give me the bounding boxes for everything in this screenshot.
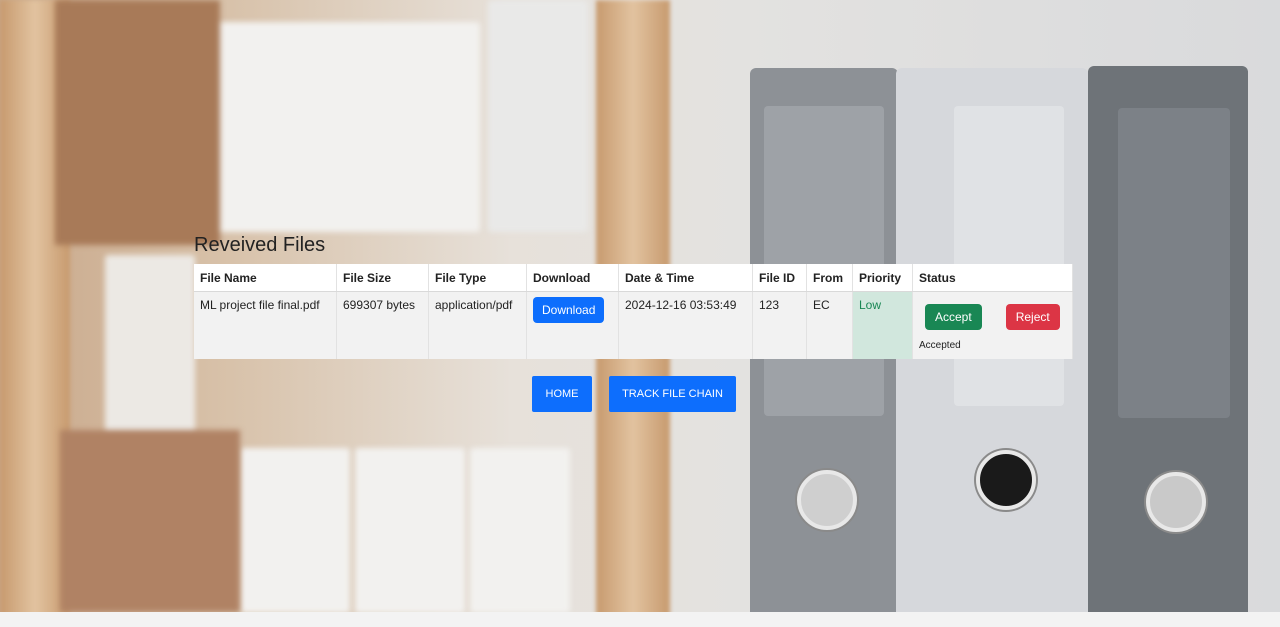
received-files-panel: Reveived Files File Name File Size File … [194,232,1073,359]
cell-download: Download [526,291,619,359]
cell-file-type: application/pdf [428,291,527,359]
shelf-box [210,22,480,232]
received-files-table: File Name File Size File Type Download D… [194,264,1073,359]
status-actions: Accept Reject [919,298,1066,330]
shelf-box [488,0,588,232]
download-button[interactable]: Download [533,297,605,323]
cell-file-name: ML project file final.pdf [194,291,337,359]
shelf-books [60,430,240,612]
track-file-chain-button[interactable]: TRACK FILE CHAIN [609,376,736,412]
column-header-file-size: File Size [336,264,429,292]
floor [0,612,1280,627]
column-header-file-id: File ID [752,264,807,292]
column-header-file-type: File Type [428,264,527,292]
page-title: Reveived Files [194,234,326,256]
column-header-from: From [806,264,853,292]
table-row: ML project file final.pdf 699307 bytes a… [194,291,1073,359]
binder [1088,66,1248,627]
shelf-box [470,448,570,613]
status-text: Accepted [919,340,961,351]
shelf-box [105,255,195,435]
accept-button[interactable]: Accept [925,304,982,330]
shelf-box [355,448,465,613]
column-header-file-name: File Name [194,264,337,292]
cell-date-time: 2024-12-16 03:53:49 [618,291,753,359]
column-header-download: Download [526,264,619,292]
home-button[interactable]: HOME [532,376,592,412]
shelf-box [240,448,350,613]
cell-status: Accept Reject Accepted [912,291,1073,359]
cell-file-size: 699307 bytes [336,291,429,359]
column-header-status: Status [912,264,1073,292]
reject-button[interactable]: Reject [1005,304,1060,330]
column-header-priority: Priority [852,264,913,292]
cell-from: EC [806,291,853,359]
column-header-date-time: Date & Time [618,264,753,292]
shelf-books [55,0,220,245]
cell-priority: Low [852,291,913,359]
table-header-row: File Name File Size File Type Download D… [194,264,1073,292]
cell-file-id: 123 [752,291,807,359]
